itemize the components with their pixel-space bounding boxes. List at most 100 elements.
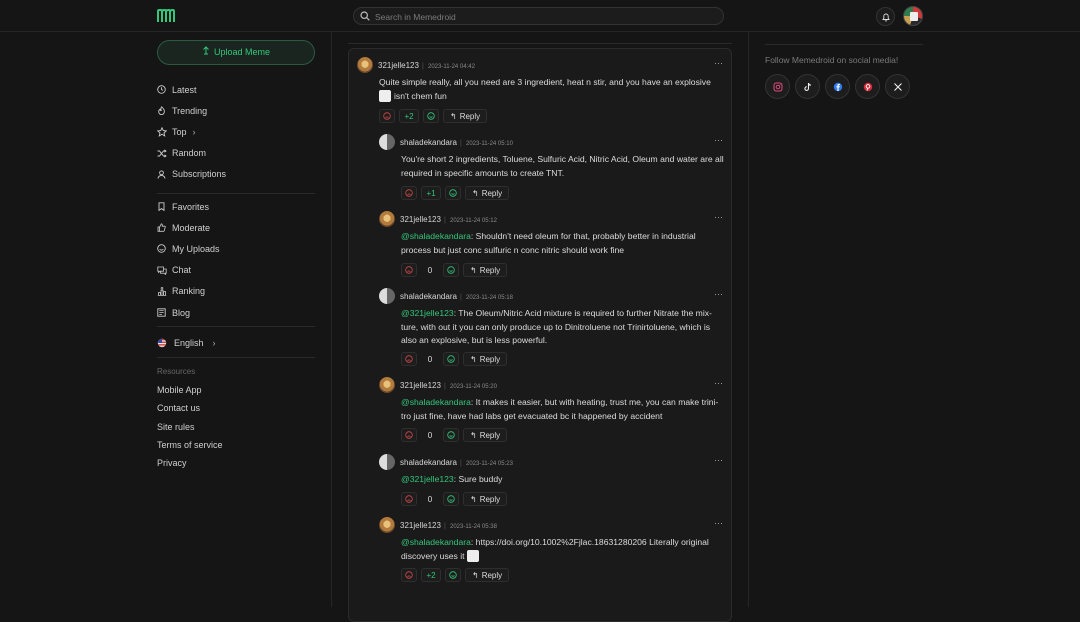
sidebar-item-label: Latest: [172, 84, 197, 95]
reply-button[interactable]: ↰ Reply: [463, 263, 508, 277]
reply-button[interactable]: ↰ Reply: [465, 186, 510, 200]
link-privacy[interactable]: Privacy: [157, 454, 223, 472]
comment-timestamp: 2023-11-24 05:12: [450, 218, 497, 224]
sidebar-item-label: Blog: [172, 307, 191, 318]
divider: [157, 326, 315, 327]
link-site-rules[interactable]: Site rules: [157, 418, 223, 436]
upvote-button[interactable]: [443, 492, 459, 506]
upvote-button[interactable]: [445, 568, 461, 582]
downvote-button[interactable]: [401, 428, 417, 442]
downvote-button[interactable]: [401, 568, 417, 582]
x-button[interactable]: [885, 74, 910, 99]
avatar[interactable]: [379, 134, 395, 150]
frown-icon: [405, 355, 413, 363]
downvote-button[interactable]: [401, 186, 417, 200]
sidebar-item-trending[interactable]: Trending: [157, 100, 315, 121]
upvote-button[interactable]: [423, 109, 439, 123]
user-avatar[interactable]: [903, 6, 923, 26]
comment-username[interactable]: shaladekandara: [400, 458, 457, 467]
reply-button[interactable]: ↰ Reply: [463, 352, 508, 366]
comment-username[interactable]: 321jelle123: [400, 521, 441, 530]
sticker-image: [466, 550, 479, 563]
ranking-icon: [157, 286, 172, 296]
language-selector[interactable]: English ›: [157, 332, 315, 353]
sidebar-item-label: Chat: [172, 265, 192, 276]
reply-button[interactable]: ↰ Reply: [465, 568, 510, 582]
more-options-icon[interactable]: ···: [714, 378, 723, 388]
comment-username[interactable]: shaladekandara: [400, 138, 457, 147]
downvote-button[interactable]: [401, 352, 417, 366]
mention-link[interactable]: @shaladekandara: [401, 537, 471, 547]
search-placeholder: Search in Memedroid: [375, 12, 456, 22]
comment-username[interactable]: 321jelle123: [400, 381, 441, 390]
instagram-button[interactable]: [765, 74, 790, 99]
sidebar-item-subscriptions[interactable]: Subscriptions: [157, 164, 315, 185]
sidebar-item-blog[interactable]: Blog: [157, 302, 315, 323]
comment-actions: +2 ↰ Reply: [401, 568, 510, 582]
sidebar-item-latest[interactable]: Latest: [157, 79, 315, 100]
more-options-icon[interactable]: ···: [714, 135, 723, 145]
divider: [157, 193, 315, 194]
comment-text: Quite simple really, all you need are 3 …: [379, 77, 711, 103]
smile-icon: [447, 355, 455, 363]
downvote-button[interactable]: [401, 492, 417, 506]
comment-score: 0: [427, 354, 433, 364]
avatar[interactable]: [379, 454, 395, 470]
more-options-icon[interactable]: ···: [714, 212, 723, 222]
comment-text: @shaladekandara: Shouldn't need oleum fo…: [401, 231, 696, 255]
tiktok-button[interactable]: [795, 74, 820, 99]
downvote-button[interactable]: [379, 109, 395, 123]
upload-meme-button[interactable]: Upload Meme: [157, 40, 315, 65]
facebook-button[interactable]: [825, 74, 850, 99]
mention-link[interactable]: @shaladekandara: [401, 231, 471, 241]
avatar[interactable]: [379, 211, 395, 227]
reply-button[interactable]: ↰ Reply: [463, 428, 508, 442]
reply-button[interactable]: ↰ Reply: [443, 109, 488, 123]
bell-icon: [882, 13, 890, 22]
more-options-icon[interactable]: ···: [714, 455, 723, 465]
sidebar-item-moderate[interactable]: Moderate: [157, 217, 315, 238]
sidebar-item-top[interactable]: Top ›: [157, 121, 315, 142]
pinterest-button[interactable]: [855, 74, 880, 99]
more-options-icon[interactable]: ···: [714, 289, 723, 299]
sidebar-item-label: Random: [172, 148, 207, 159]
reply-icon: ↰: [470, 430, 477, 440]
link-mobile-app[interactable]: Mobile App: [157, 381, 223, 399]
reply-icon: ↰: [472, 188, 479, 198]
upvote-button[interactable]: [445, 186, 461, 200]
shuffle-icon: [157, 149, 172, 158]
memedroid-logo[interactable]: [157, 9, 175, 23]
more-options-icon[interactable]: ···: [714, 518, 723, 528]
comment-username[interactable]: 321jelle123: [400, 215, 441, 224]
mention-link[interactable]: @shaladekandara: [401, 397, 471, 407]
resources-title: Resources: [157, 367, 196, 376]
sidebar-item-random[interactable]: Random: [157, 143, 315, 164]
link-contact-us[interactable]: Contact us: [157, 399, 223, 417]
comment-username[interactable]: 321jelle123: [378, 61, 419, 70]
sidebar-item-ranking[interactable]: Ranking: [157, 281, 315, 302]
upvote-button[interactable]: [443, 352, 459, 366]
more-options-icon[interactable]: ···: [714, 58, 723, 68]
mention-link[interactable]: @321jelle123: [401, 308, 454, 318]
frown-icon: [405, 431, 413, 439]
downvote-button[interactable]: [401, 263, 417, 277]
avatar[interactable]: [379, 517, 395, 533]
chevron-right-icon: ›: [212, 337, 216, 348]
comment-thread: 321jelle123 | 2023-11-24 04:42 ··· Quite …: [348, 48, 732, 622]
comment-username[interactable]: shaladekandara: [400, 292, 457, 301]
upvote-button[interactable]: [443, 428, 459, 442]
avatar[interactable]: [379, 288, 395, 304]
avatar[interactable]: [357, 57, 373, 73]
sidebar-item-favorites[interactable]: Favorites: [157, 196, 315, 217]
reply-button[interactable]: ↰ Reply: [463, 492, 508, 506]
comment-actions: 0 ↰ Reply: [401, 263, 508, 277]
search-bar[interactable]: Search in Memedroid: [353, 7, 724, 25]
link-terms-of-service[interactable]: Terms of service: [157, 436, 223, 454]
avatar[interactable]: [379, 377, 395, 393]
mention-link[interactable]: @321jelle123: [401, 474, 454, 484]
notifications-button[interactable]: [876, 7, 895, 26]
sidebar-item-chat[interactable]: Chat: [157, 260, 315, 281]
comment-score: +1: [421, 186, 441, 200]
sidebar-item-my-uploads[interactable]: My Uploads: [157, 238, 315, 259]
upvote-button[interactable]: [443, 263, 459, 277]
